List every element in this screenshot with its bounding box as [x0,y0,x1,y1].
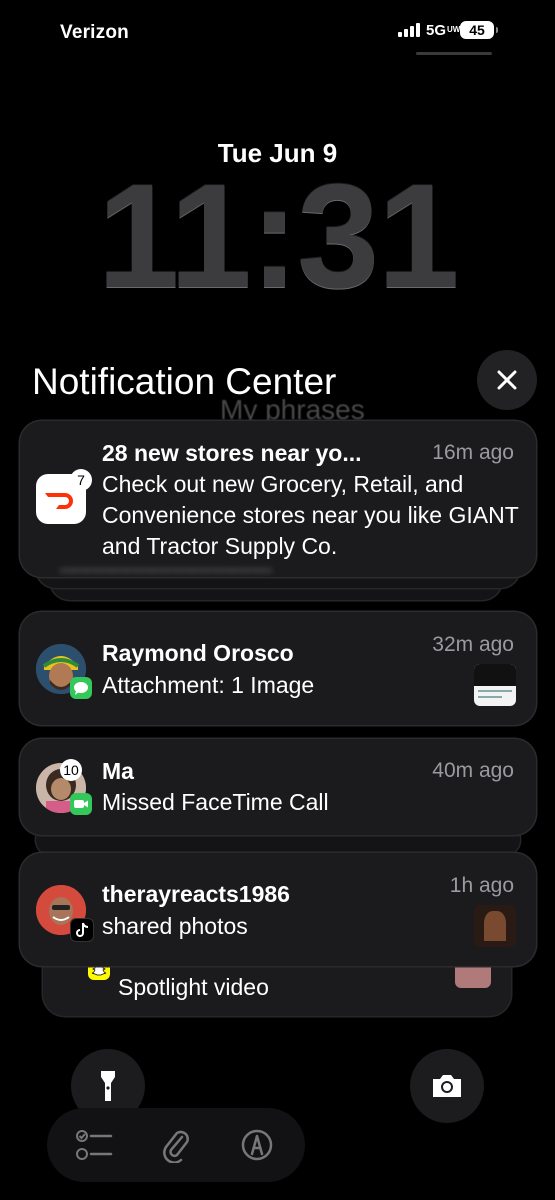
notification-title: 28 new stores near yo... [102,440,362,466]
flashlight-icon [101,1071,115,1101]
notification-body: Spotlight video [118,974,269,1000]
background-blurred-text: ━━━━━━━━━━━━━━━━ [60,558,272,583]
markup-button[interactable] [231,1119,283,1171]
status-indicators: 5G UW 45 [398,21,499,39]
network-indicator: 5G UW [426,21,461,39]
notification-title: therayreacts1986 [102,881,290,907]
attachment-thumbnail[interactable] [474,905,516,947]
notification-body: Check out new Grocery, Retail, and Conve… [102,471,519,559]
tiktok-icon [70,918,94,942]
notification-body: Attachment: 1 Image [102,672,315,698]
checklist-button[interactable] [69,1119,121,1171]
signal-icon [398,23,420,37]
notification-title: Ma [102,758,134,784]
network-label: 5G [426,21,447,39]
camera-icon [433,1075,461,1097]
notification-tiktok[interactable]: therayreacts1986 1h ago shared photos [20,853,536,966]
quick-actions-dock [47,1108,305,1182]
messages-icon [70,677,92,699]
notification-title: Raymond Orosco [102,640,294,666]
doordash-badge: 7 [70,469,92,491]
camera-button[interactable] [410,1049,484,1123]
battery-icon: 45 [460,21,499,39]
checklist-icon [76,1130,113,1160]
facetime-badge: 10 [60,759,82,781]
notification-time: 40m ago [432,759,514,782]
notification-time: 1h ago [449,874,514,897]
close-icon [497,370,517,390]
notification-time: 16m ago [432,441,514,464]
paperclip-icon [163,1130,189,1163]
notification-doordash[interactable]: 7 28 new stores near yo... 16m ago Check… [20,421,536,577]
compass-icon [241,1129,272,1161]
network-suffix: UW [447,25,461,34]
carrier-label: Verizon [60,22,129,43]
attachment-button[interactable] [150,1119,202,1171]
notification-body: shared photos [102,913,248,939]
notification-body: Missed FaceTime Call [102,789,329,815]
lock-time: 11:31 [97,154,459,319]
facetime-icon [70,793,92,815]
attachment-thumbnail[interactable] [474,664,516,706]
status-underline [416,52,492,55]
notification-facetime-ma[interactable]: 10 Ma 40m ago Missed FaceTime Call [20,739,536,835]
notification-time: 32m ago [432,633,514,656]
close-button[interactable] [477,350,537,410]
notification-message-raymond[interactable]: Raymond Orosco 32m ago Attachment: 1 Ima… [20,612,536,725]
